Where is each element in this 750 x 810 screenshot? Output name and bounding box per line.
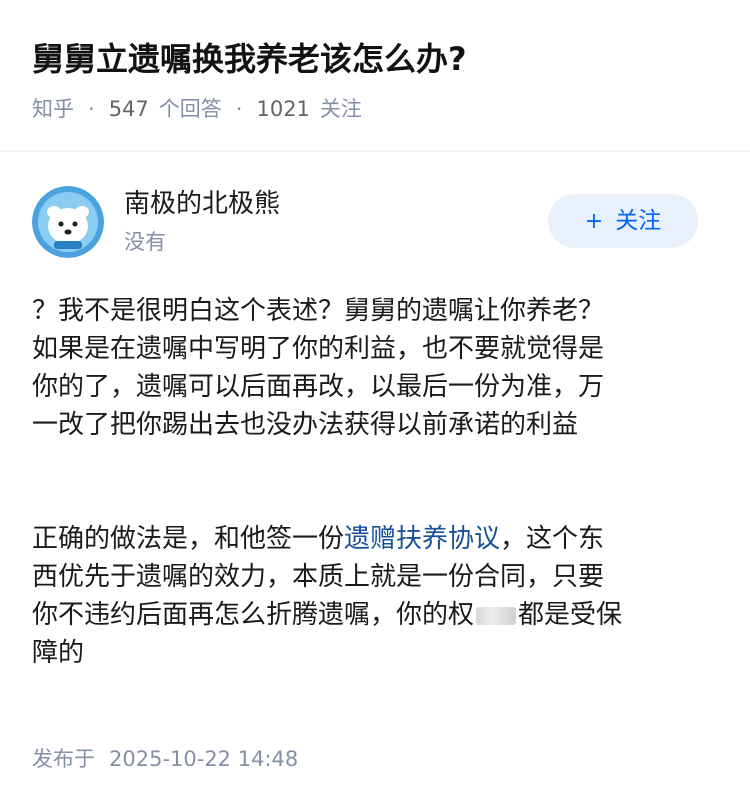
publish-info: 发布于 2025-10-22 14:48	[32, 744, 298, 774]
answer-text: 你不违约后面再怎么折腾遗嘱，你的权	[32, 600, 475, 630]
answer-line: ？我不是很明白这个表述？舅舅的遗嘱让你养老？	[32, 296, 605, 326]
answers-label[interactable]: 个回答	[159, 97, 222, 121]
avatar-image	[32, 186, 104, 258]
question-meta: 知乎 · 547 个回答 · 1021 关注	[32, 92, 362, 126]
answer-line: 正确的做法是，和他签一份遗赠扶养协议，这个东	[32, 520, 722, 558]
followers-count: 1021	[256, 97, 310, 121]
followers-label[interactable]: 关注	[320, 97, 362, 121]
follow-label: 关注	[615, 208, 662, 234]
answer-line: 障的	[32, 638, 85, 668]
agreement-link[interactable]: 遗赠扶养协议	[344, 524, 500, 554]
answer-page: 舅舅立遗嘱换我养老该怎么办? 知乎 · 547 个回答 · 1021 关注 南极的北极熊 没…	[0, 0, 750, 810]
answer-text: 都是受保	[518, 600, 623, 630]
avatar[interactable]	[32, 186, 104, 258]
answer-line: 一改了把你踢出去也没办法获得以前承诺的利益	[32, 410, 579, 440]
source-label[interactable]: 知乎	[32, 97, 74, 121]
follow-button[interactable]: + 关注	[548, 194, 698, 248]
plus-icon: +	[584, 209, 604, 234]
author-bio: 没有	[124, 230, 166, 254]
answer-text: ，这个东	[500, 524, 605, 554]
answer-paragraph-1: ？我不是很明白这个表述？舅舅的遗嘱让你养老？ 如果是在遗嘱中写明了你的利益，也不…	[32, 292, 722, 444]
author-name[interactable]: 南极的北极熊	[124, 186, 280, 222]
answer-line: 如果是在遗嘱中写明了你的利益，也不要就觉得是	[32, 334, 605, 364]
question-title[interactable]: 舅舅立遗嘱换我养老该怎么办?	[32, 36, 467, 82]
divider	[0, 150, 750, 152]
answer-line: 你的了，遗嘱可以后面再改，以最后一份为准，万	[32, 372, 605, 402]
answer-line: 你不违约后面再怎么折腾遗嘱，你的权 都是受保	[32, 596, 722, 634]
answer-line: 西优先于遗嘱的效力，本质上就是一份合同，只要	[32, 562, 605, 592]
answer-paragraph-2: 正确的做法是，和他签一份遗赠扶养协议，这个东 西优先于遗嘱的效力，本质上就是一份…	[32, 520, 722, 672]
separator-dot: ·	[235, 97, 243, 121]
publish-label: 发布于	[32, 747, 95, 771]
answer-text: 正确的做法是，和他签一份	[32, 524, 345, 554]
separator-dot: ·	[88, 97, 95, 121]
watermark-icon	[476, 606, 517, 625]
answers-count: 547	[108, 97, 149, 121]
publish-time: 2025-10-22 14:48	[109, 747, 299, 771]
